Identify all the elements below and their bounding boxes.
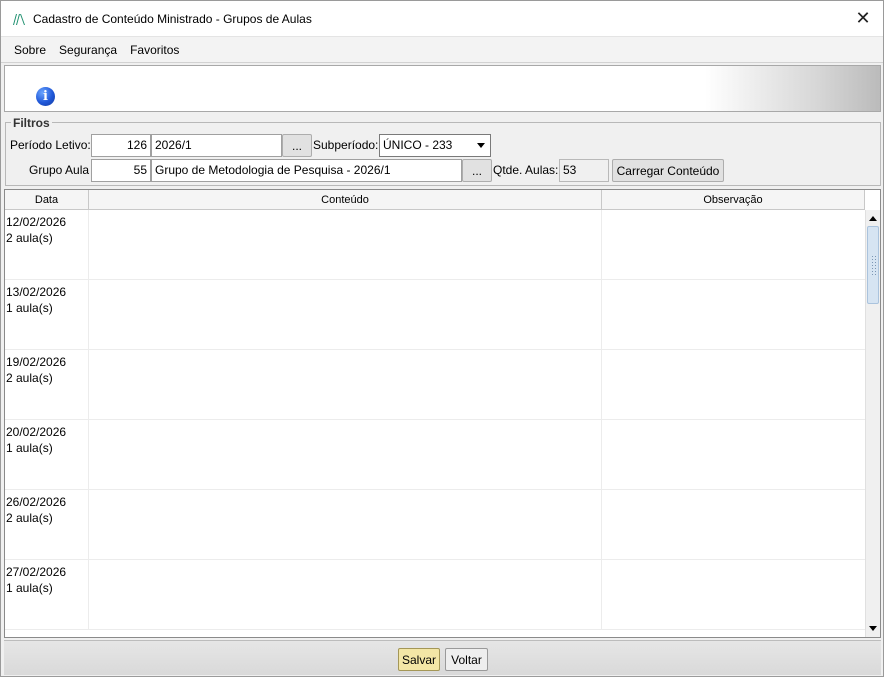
row-date: 20/02/2026 bbox=[6, 425, 67, 439]
grupo-browse-button[interactable]: ... bbox=[462, 159, 492, 182]
close-button[interactable]: ✕ bbox=[843, 1, 883, 36]
menu-bar: Sobre Segurança Favoritos bbox=[1, 36, 883, 63]
observacao-cell[interactable] bbox=[602, 350, 865, 420]
menu-seguranca[interactable]: Segurança bbox=[54, 43, 125, 57]
grid-header: Data Conteúdo Observação bbox=[5, 190, 865, 210]
grupo-aula-label: Grupo Aula bbox=[29, 163, 90, 177]
table-row: 12/02/2026 2 aula(s) bbox=[5, 210, 865, 280]
content-grid: Data Conteúdo Observação 12/02/2026 2 au… bbox=[4, 189, 881, 638]
row-aulas: 2 aula(s) bbox=[6, 511, 53, 525]
subperiodo-select[interactable]: ÚNICO - 233 bbox=[379, 134, 491, 157]
conteudo-cell[interactable] bbox=[89, 560, 602, 630]
app-logo-icon bbox=[13, 13, 25, 25]
info-icon-glyph: i bbox=[43, 89, 48, 104]
observacao-cell[interactable] bbox=[602, 490, 865, 560]
date-cell: 20/02/2026 1 aula(s) bbox=[5, 420, 89, 490]
scroll-down-arrow-icon[interactable] bbox=[869, 626, 877, 631]
observacao-cell[interactable] bbox=[602, 420, 865, 490]
conteudo-cell[interactable] bbox=[89, 210, 602, 280]
subperiodo-value: ÚNICO - 233 bbox=[383, 138, 453, 152]
conteudo-cell[interactable] bbox=[89, 490, 602, 560]
window-title: Cadastro de Conteúdo Ministrado - Grupos… bbox=[33, 11, 312, 26]
date-cell: 19/02/2026 2 aula(s) bbox=[5, 350, 89, 420]
filters-legend: Filtros bbox=[11, 116, 52, 130]
header-banner: i bbox=[4, 65, 881, 112]
table-row: 20/02/2026 1 aula(s) bbox=[5, 420, 865, 490]
table-row: 27/02/2026 1 aula(s) bbox=[5, 560, 865, 630]
table-row: 19/02/2026 2 aula(s) bbox=[5, 350, 865, 420]
row-date: 19/02/2026 bbox=[6, 355, 67, 369]
footer-bar: Salvar Voltar bbox=[4, 640, 881, 675]
date-cell: 13/02/2026 1 aula(s) bbox=[5, 280, 89, 350]
save-button[interactable]: Salvar bbox=[398, 648, 440, 671]
date-cell: 12/02/2026 2 aula(s) bbox=[5, 210, 89, 280]
row-date: 12/02/2026 bbox=[6, 215, 67, 229]
periodo-value-field[interactable]: 2026/1 bbox=[151, 134, 282, 157]
column-header-conteudo[interactable]: Conteúdo bbox=[89, 190, 602, 210]
row-date: 13/02/2026 bbox=[6, 285, 67, 299]
column-header-observacao[interactable]: Observação bbox=[602, 190, 865, 210]
table-row: 26/02/2026 2 aula(s) bbox=[5, 490, 865, 560]
filters-group: Filtros Período Letivo: 126 2026/1 ... S… bbox=[5, 116, 881, 186]
carregar-conteudo-button[interactable]: Carregar Conteúdo bbox=[612, 159, 724, 182]
grid-body: 12/02/2026 2 aula(s) 13/02/2026 1 aula(s… bbox=[5, 210, 865, 637]
table-row: 13/02/2026 1 aula(s) bbox=[5, 280, 865, 350]
row-aulas: 1 aula(s) bbox=[6, 301, 53, 315]
grupo-value-field[interactable]: Grupo de Metodologia de Pesquisa - 2026/… bbox=[151, 159, 462, 182]
scrollbar-thumb[interactable] bbox=[867, 226, 879, 304]
observacao-cell[interactable] bbox=[602, 210, 865, 280]
dropdown-arrow-icon bbox=[477, 143, 485, 148]
conteudo-cell[interactable] bbox=[89, 350, 602, 420]
grupo-code-field[interactable]: 55 bbox=[91, 159, 151, 182]
row-aulas: 2 aula(s) bbox=[6, 231, 53, 245]
info-icon[interactable]: i bbox=[36, 87, 55, 106]
app-window: Cadastro de Conteúdo Ministrado - Grupos… bbox=[0, 0, 884, 677]
conteudo-cell[interactable] bbox=[89, 420, 602, 490]
observacao-cell[interactable] bbox=[602, 560, 865, 630]
row-aulas: 1 aula(s) bbox=[6, 441, 53, 455]
qtde-aulas-field: 53 bbox=[559, 159, 609, 182]
conteudo-cell[interactable] bbox=[89, 280, 602, 350]
row-date: 26/02/2026 bbox=[6, 495, 67, 509]
title-bar: Cadastro de Conteúdo Ministrado - Grupos… bbox=[1, 1, 883, 36]
menu-favoritos[interactable]: Favoritos bbox=[125, 43, 187, 57]
observacao-cell[interactable] bbox=[602, 280, 865, 350]
scroll-grip-icon bbox=[871, 255, 876, 277]
back-button[interactable]: Voltar bbox=[445, 648, 488, 671]
row-aulas: 1 aula(s) bbox=[6, 581, 53, 595]
periodo-code-field[interactable]: 126 bbox=[91, 134, 151, 157]
column-header-data[interactable]: Data bbox=[5, 190, 89, 210]
date-cell: 26/02/2026 2 aula(s) bbox=[5, 490, 89, 560]
scroll-up-arrow-icon[interactable] bbox=[869, 216, 877, 221]
close-icon: ✕ bbox=[855, 8, 871, 28]
periodo-browse-button[interactable]: ... bbox=[282, 134, 312, 157]
date-cell: 27/02/2026 1 aula(s) bbox=[5, 560, 89, 630]
subperiodo-label: Subperíodo: bbox=[313, 138, 379, 152]
vertical-scrollbar[interactable] bbox=[865, 210, 880, 637]
row-date: 27/02/2026 bbox=[6, 565, 67, 579]
periodo-letivo-label: Período Letivo: bbox=[10, 138, 91, 152]
qtde-aulas-label: Qtde. Aulas: bbox=[493, 163, 559, 177]
row-aulas: 2 aula(s) bbox=[6, 371, 53, 385]
menu-sobre[interactable]: Sobre bbox=[9, 43, 54, 57]
